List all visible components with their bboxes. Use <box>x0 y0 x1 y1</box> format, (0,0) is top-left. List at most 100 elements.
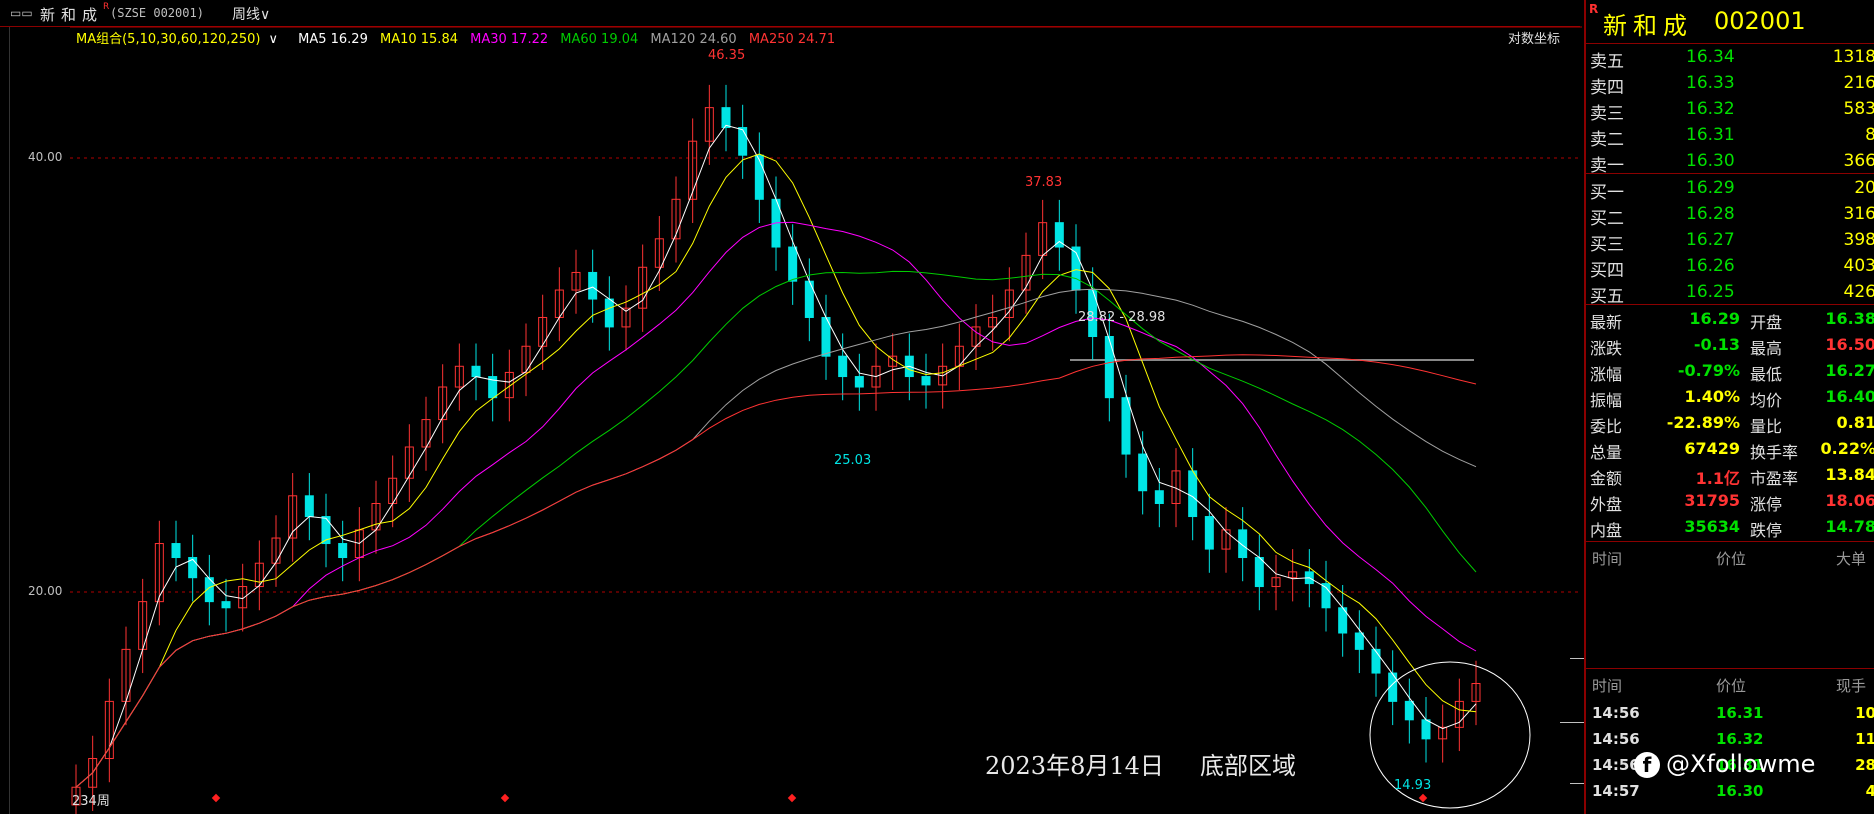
buy-order-row[interactable]: 买五 16.25 426 <box>1586 279 1874 307</box>
stat-label: 涨跌 <box>1590 339 1623 358</box>
down-candle <box>1154 490 1164 504</box>
down-candle <box>1204 516 1214 550</box>
buy-order-row[interactable]: 买一 16.29 20 <box>1586 175 1874 203</box>
candlestick-chart[interactable] <box>0 0 1582 814</box>
down-candle <box>221 601 231 609</box>
sell-order-row[interactable]: 卖二 16.31 8 <box>1586 122 1874 150</box>
tick-row[interactable]: 14:56 16.32 11 <box>1586 726 1874 752</box>
tick-price-header: 价位 <box>1716 677 1747 695</box>
mid-low-label: 25.03 <box>834 453 872 468</box>
quote-title: R 新和成 002001 <box>1586 0 1874 44</box>
big-order-big-header: 大单 <box>1836 550 1867 568</box>
tick-volume: 28 <box>1855 756 1874 774</box>
right-scale-mark <box>1570 783 1584 784</box>
ma30-legend: MA30 17.22 <box>470 32 549 47</box>
log-scale-toggle[interactable]: 对数坐标 <box>1508 28 1560 47</box>
ma250-line <box>75 354 1477 788</box>
order-volume: 366 <box>1843 151 1874 171</box>
buy-order-row[interactable]: 买二 16.28 316 <box>1586 201 1874 229</box>
order-price: 16.29 <box>1686 178 1735 198</box>
order-label: 卖三 <box>1590 104 1624 124</box>
order-price: 16.25 <box>1686 282 1735 302</box>
order-label: 买一 <box>1590 183 1624 203</box>
stat-value: 14.78 <box>1825 517 1874 536</box>
stat-row: 振幅 1.40% 均价 16.40 <box>1586 384 1874 410</box>
down-candle <box>1138 453 1148 492</box>
ma-group-selector[interactable]: MA组合(5,10,30,60,120,250) ∨ <box>76 32 286 47</box>
down-candle <box>788 246 798 282</box>
tick-row[interactable]: 14:57 16.30 4 <box>1586 778 1874 804</box>
order-volume: 8 <box>1865 125 1874 145</box>
stat-row: 金额 1.1亿 市盈率 13.84 <box>1586 462 1874 488</box>
order-price: 16.30 <box>1686 151 1735 171</box>
down-candle <box>1421 719 1431 740</box>
order-price: 16.28 <box>1686 204 1735 224</box>
order-volume: 398 <box>1843 230 1874 250</box>
stat-value: 0.22% <box>1820 439 1874 458</box>
ma30-line <box>75 221 1477 788</box>
down-candle <box>588 271 598 300</box>
down-candle <box>838 355 848 378</box>
chevron-down-icon: ∨ <box>268 32 278 47</box>
order-volume: 426 <box>1843 282 1874 302</box>
buy-order-row[interactable]: 买三 16.27 398 <box>1586 227 1874 255</box>
order-label: 卖二 <box>1590 130 1624 150</box>
stat-label: 市盈率 <box>1750 469 1799 488</box>
tick-divider <box>1586 668 1874 669</box>
ma60-line <box>75 270 1477 788</box>
order-volume: 216 <box>1843 73 1874 93</box>
down-candle <box>1104 336 1114 399</box>
stat-label: 均价 <box>1750 391 1783 410</box>
low-label: 14.93 <box>1394 778 1432 793</box>
sell-order-row[interactable]: 卖三 16.32 583 <box>1586 96 1874 124</box>
down-candle <box>738 127 748 156</box>
order-volume: 583 <box>1843 99 1874 119</box>
stat-label: 换手率 <box>1750 443 1799 462</box>
tick-time: 14:56 <box>1592 704 1640 722</box>
stat-row: 委比 -22.89% 量比 0.81 <box>1586 410 1874 436</box>
order-volume: 316 <box>1843 204 1874 224</box>
quote-panel: R 新和成 002001 卖五 16.34 1318 卖四 16.33 216 卖三 16.3… <box>1584 0 1874 814</box>
candles-group <box>71 84 1481 814</box>
stat-label: 外盘 <box>1590 495 1623 514</box>
big-order-time-header: 时间 <box>1592 550 1623 568</box>
tick-header: 时间 价位 现手 <box>1586 670 1874 698</box>
y-axis-label-40: 40.00 <box>28 150 63 164</box>
stat-label: 量比 <box>1750 417 1783 436</box>
tick-price: 16.30 <box>1716 782 1764 800</box>
bottom-marker <box>1418 793 1428 803</box>
stat-row: 涨幅 -0.79% 最低 16.27 <box>1586 358 1874 384</box>
quote-stock-name: 新和成 <box>1603 12 1693 40</box>
watermark: f @Xfollowme <box>1634 750 1815 778</box>
down-candle <box>854 376 864 388</box>
ma10-legend: MA10 15.84 <box>379 32 458 47</box>
sell-order-row[interactable]: 卖四 16.33 216 <box>1586 70 1874 98</box>
tick-volume: 11 <box>1855 730 1874 748</box>
stat-value: -0.79% <box>1677 361 1740 380</box>
stat-value: 1.1亿 <box>1695 469 1740 488</box>
order-volume: 1318 <box>1832 47 1874 67</box>
overlay-note: 底部区域 <box>1200 752 1296 780</box>
stock-chart-app: ▭▭ 新和成 R (SZSE 002001) 周线∨ MA组合(5,10,30,… <box>0 0 1874 814</box>
order-price: 16.32 <box>1686 99 1735 119</box>
down-candle <box>171 543 181 559</box>
watermark-text: @Xfollowme <box>1666 750 1816 778</box>
tick-time-header: 时间 <box>1592 677 1623 695</box>
stat-row: 涨跌 -0.13 最高 16.50 <box>1586 332 1874 358</box>
ma120-line <box>75 288 1477 788</box>
down-candle <box>921 376 931 386</box>
tick-row[interactable]: 14:56 16.31 10 <box>1586 700 1874 726</box>
down-candle <box>1354 632 1364 650</box>
stat-row: 总量 67429 换手率 0.22% <box>1586 436 1874 462</box>
sell-order-row[interactable]: 卖五 16.34 1318 <box>1586 44 1874 72</box>
stat-label: 最低 <box>1750 365 1783 384</box>
overlay-date: 2023年8月14日 <box>985 752 1164 780</box>
order-label: 买四 <box>1590 261 1624 281</box>
tick-time: 14:56 <box>1592 756 1640 774</box>
bottom-marker <box>500 793 510 803</box>
ma-legend: MA组合(5,10,30,60,120,250) ∨ MA5 16.29 MA10… <box>76 28 843 47</box>
sell-order-row[interactable]: 卖一 16.30 366 <box>1586 148 1874 176</box>
buy-order-row[interactable]: 买四 16.26 403 <box>1586 253 1874 281</box>
down-candle <box>1254 557 1264 588</box>
stat-value: 16.29 <box>1689 309 1740 328</box>
